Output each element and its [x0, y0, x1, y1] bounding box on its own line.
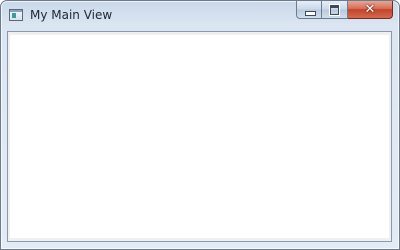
app-icon-pane — [12, 13, 16, 18]
maximize-icon — [330, 5, 339, 15]
maximize-button[interactable] — [322, 1, 348, 19]
caption-buttons: ✕ — [296, 1, 393, 21]
minimize-button[interactable] — [296, 1, 322, 19]
main-window: My Main View ✕ — [0, 0, 400, 250]
client-area[interactable] — [10, 35, 389, 238]
client-frame — [7, 31, 392, 242]
app-icon[interactable] — [9, 9, 23, 21]
close-button[interactable]: ✕ — [348, 1, 393, 19]
app-icon-bar — [10, 10, 22, 12]
title-bar[interactable]: My Main View ✕ — [1, 1, 399, 31]
close-icon: ✕ — [364, 2, 376, 17]
window-title: My Main View — [30, 8, 113, 22]
minimize-icon — [305, 11, 316, 16]
